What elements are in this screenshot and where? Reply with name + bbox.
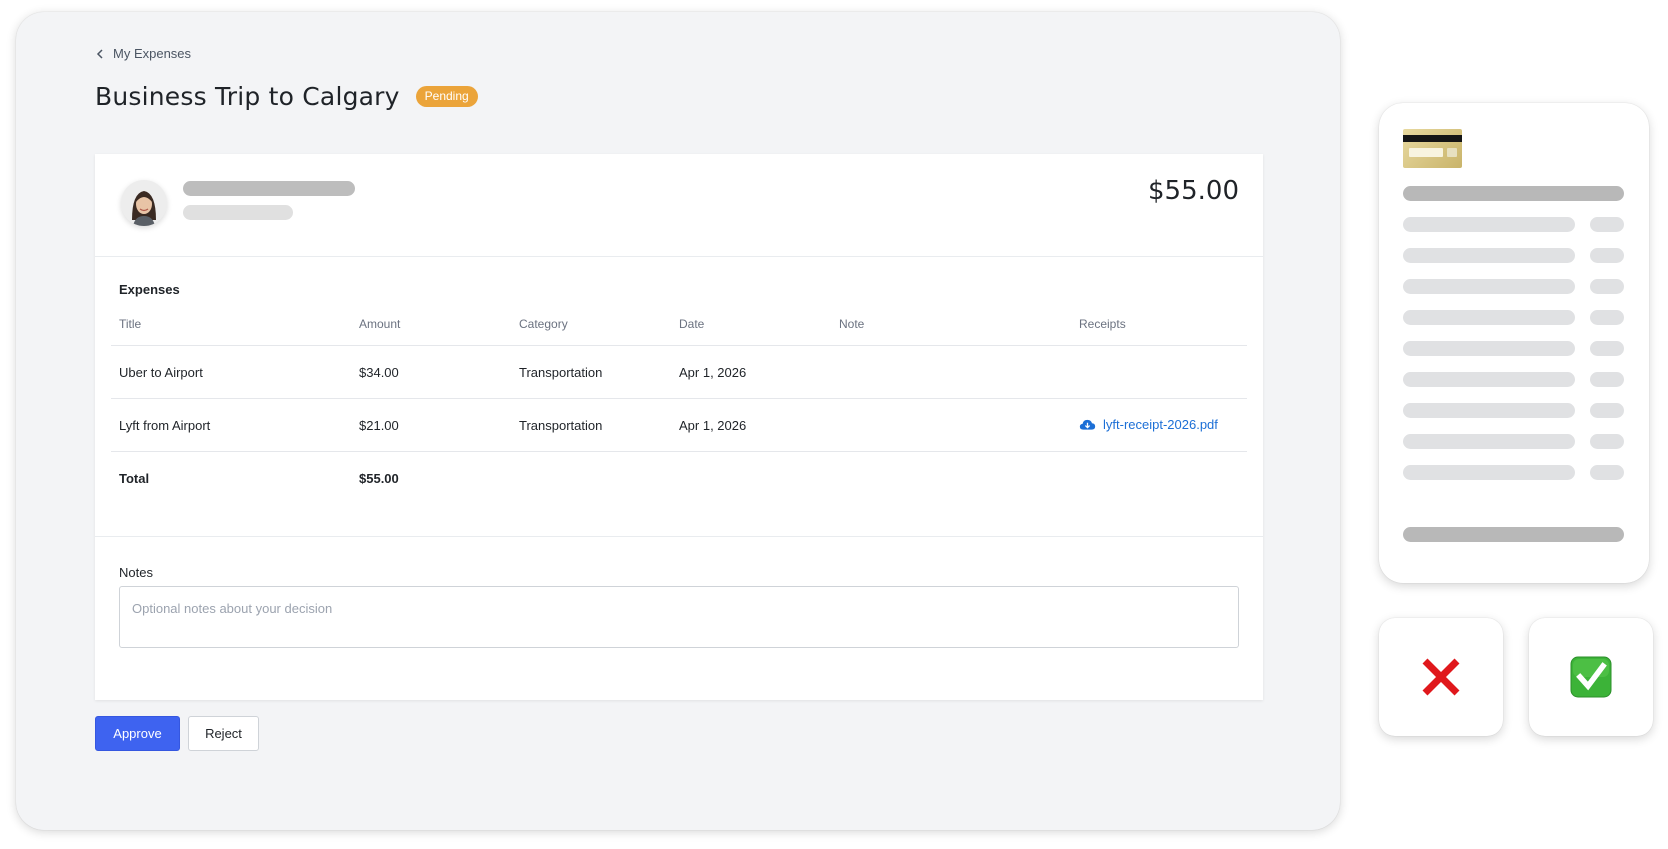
expenses-table: Title Amount Category Date Note Receipts… <box>111 317 1247 505</box>
column-header-receipts: Receipts <box>1071 317 1247 346</box>
breadcrumb-label[interactable]: My Expenses <box>113 46 191 61</box>
notes-section: Notes <box>95 537 1263 653</box>
total-amount: $55.00 <box>1148 176 1239 206</box>
approve-button[interactable]: Approve <box>95 716 180 751</box>
cell-receipt: lyft-receipt-2026.pdf <box>1071 398 1247 452</box>
avatar <box>121 180 167 226</box>
card-header: $55.00 <box>95 154 1263 257</box>
cell-category: Transportation <box>511 345 671 399</box>
reject-tile[interactable] <box>1379 618 1503 736</box>
cell-title: Lyft from Airport <box>111 398 351 452</box>
expenses-section: Expenses Title Amount Category Date Note… <box>95 257 1263 537</box>
person-photo-icon <box>121 180 167 226</box>
table-header-row: Title Amount Category Date Note Receipts <box>111 317 1247 346</box>
receipt-value-placeholder <box>1590 465 1624 480</box>
cell-date: Apr 1, 2026 <box>671 398 831 452</box>
table-row: Uber to Airport $34.00 Transportation Ap… <box>111 345 1247 399</box>
total-row: Total $55.00 <box>111 452 1247 505</box>
credit-card-icon <box>1403 129 1462 168</box>
receipt-line-placeholder <box>1403 217 1575 232</box>
cell-title: Uber to Airport <box>111 345 351 399</box>
column-header-title: Title <box>111 317 351 346</box>
receipt-value-placeholder <box>1590 341 1624 356</box>
table-row: Lyft from Airport $21.00 Transportation … <box>111 398 1247 452</box>
receipt-value-placeholder <box>1590 403 1624 418</box>
receipt-line-placeholder <box>1403 341 1575 356</box>
receipt-line-placeholder <box>1403 434 1575 449</box>
notes-label: Notes <box>119 565 153 580</box>
receipt-total-placeholder <box>1403 527 1624 542</box>
receipt-line-placeholder <box>1403 248 1575 263</box>
action-buttons: Approve Reject <box>95 716 259 751</box>
status-badge: Pending <box>415 86 478 107</box>
red-x-icon <box>1422 658 1460 696</box>
receipt-line-placeholder <box>1403 279 1575 294</box>
column-header-category: Category <box>511 317 671 346</box>
receipt-value-placeholder <box>1590 434 1624 449</box>
receipt-value-placeholder <box>1590 372 1624 387</box>
receipt-line-placeholder <box>1403 465 1575 480</box>
receipt-value-placeholder <box>1590 310 1624 325</box>
approve-tile[interactable] <box>1529 618 1653 736</box>
page-title: Business Trip to Calgary <box>95 82 400 111</box>
breadcrumb[interactable]: My Expenses <box>95 46 191 61</box>
subtitle-placeholder <box>183 205 293 220</box>
notes-input[interactable] <box>119 586 1239 648</box>
cell-note <box>831 398 1071 452</box>
receipt-line-placeholder <box>1403 372 1575 387</box>
total-label: Total <box>119 470 150 486</box>
receipt-link[interactable]: lyft-receipt-2026.pdf <box>1079 417 1218 432</box>
cell-amount: $34.00 <box>351 345 511 399</box>
receipt-header-placeholder <box>1403 186 1624 201</box>
cell-receipt <box>1071 345 1247 399</box>
receipt-line-placeholder <box>1403 310 1575 325</box>
column-header-note: Note <box>831 317 1071 346</box>
chevron-left-icon <box>96 48 103 59</box>
receipt-value-placeholder <box>1590 248 1624 263</box>
cell-amount: $21.00 <box>351 398 511 452</box>
cloud-download-icon <box>1079 419 1096 430</box>
column-header-date: Date <box>671 317 831 346</box>
receipt-preview-card <box>1379 103 1649 583</box>
reject-button[interactable]: Reject <box>188 716 259 751</box>
cell-note <box>831 345 1071 399</box>
title-row: Business Trip to Calgary Pending <box>95 82 478 111</box>
receipt-line-placeholder <box>1403 403 1575 418</box>
expense-report-card: $55.00 Expenses Title Amount Category Da… <box>95 154 1263 700</box>
app-window: My Expenses Business Trip to Calgary Pen… <box>16 12 1340 830</box>
receipt-filename[interactable]: lyft-receipt-2026.pdf <box>1103 417 1218 432</box>
receipt-value-placeholder <box>1590 217 1624 232</box>
total-value: $55.00 <box>359 470 399 486</box>
cell-category: Transportation <box>511 398 671 452</box>
section-title: Expenses <box>119 282 180 297</box>
cell-date: Apr 1, 2026 <box>671 345 831 399</box>
receipt-value-placeholder <box>1590 279 1624 294</box>
column-header-amount: Amount <box>351 317 511 346</box>
name-placeholder <box>183 181 355 196</box>
green-check-icon <box>1570 656 1612 698</box>
